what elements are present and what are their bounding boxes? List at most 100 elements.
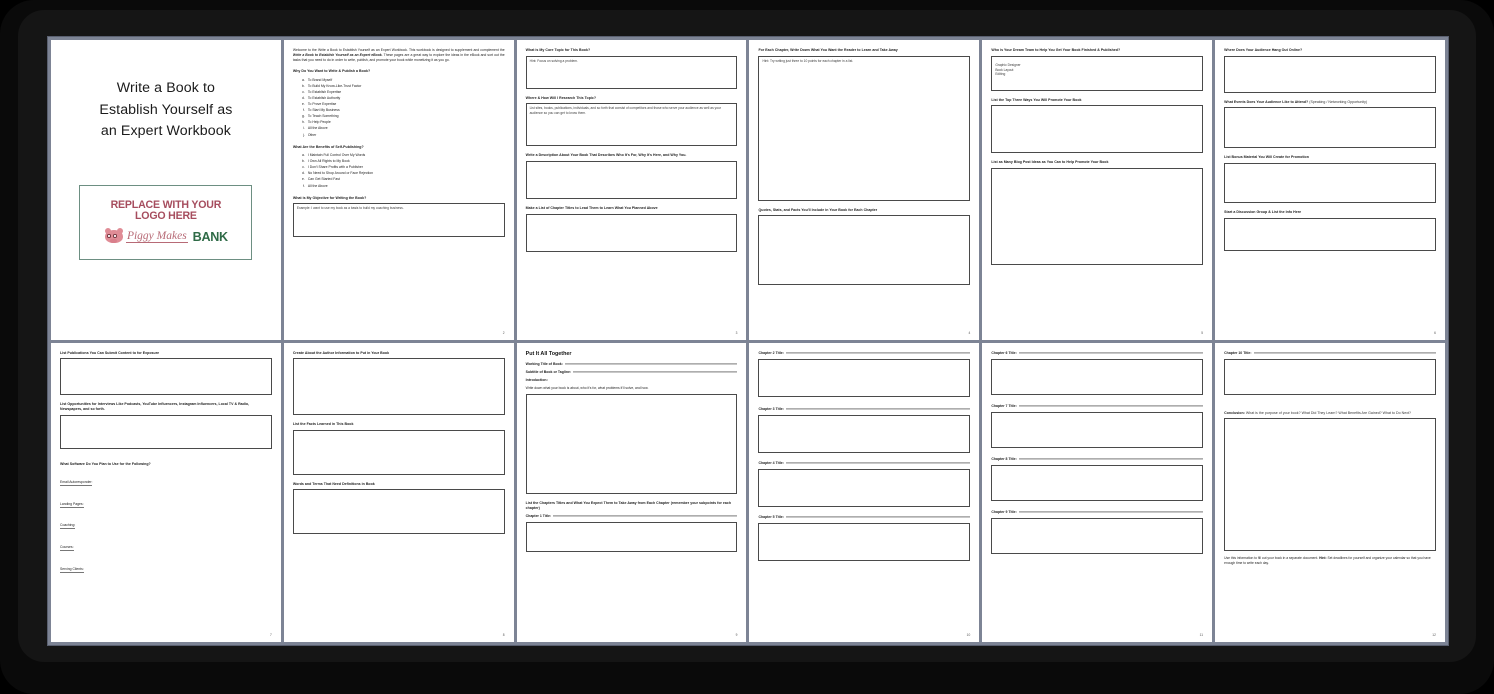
answer-box-chapter-takeaways[interactable]: Hint: Try writing just three to 10 point… <box>758 55 971 201</box>
page-thumbnail-11[interactable]: Chapter 6 Title: Chapter 7 Title: Chapte… <box>982 342 1213 642</box>
field-chapter-7-title[interactable]: Chapter 7 Title: <box>991 404 1204 408</box>
field-working-title[interactable]: Working Title of Book: <box>526 362 738 366</box>
field-rule[interactable] <box>785 351 971 353</box>
answer-box-chapter-4[interactable] <box>758 469 971 508</box>
answer-box-discussion-group[interactable] <box>1224 217 1436 251</box>
question-dream-team: Who is Your Dream Team to Help You Get Y… <box>991 48 1121 52</box>
field-chapter-2-title[interactable]: Chapter 2 Title: <box>758 351 971 355</box>
answer-box-objective[interactable]: Example: I want to use my book as a basi… <box>292 203 505 238</box>
option-item[interactable]: All the Above <box>306 183 505 189</box>
field-chapter-3-label: Chapter 3 Title: <box>758 406 784 411</box>
option-item[interactable]: Other <box>306 132 505 138</box>
page-number: 4 <box>968 330 971 335</box>
answer-box-introduction[interactable] <box>525 394 738 495</box>
answer-box-chapter-2[interactable] <box>758 358 971 397</box>
page-thumbnail-6[interactable]: Where Does Your Audience Hang Out Online… <box>1215 40 1445 340</box>
answer-box-chapter-9[interactable] <box>991 518 1204 555</box>
answer-box-research-topic[interactable]: List sites, books, publications, individ… <box>525 103 738 147</box>
page-number: 3 <box>735 330 738 335</box>
field-rule[interactable] <box>564 363 738 365</box>
page-thumbnail-7[interactable]: List Publications You Can Submit Content… <box>51 342 281 642</box>
answer-box-conclusion[interactable] <box>1224 418 1436 552</box>
intro-paragraph: Welcome to the Write a Book to Establish… <box>293 48 505 63</box>
field-rule[interactable] <box>1018 351 1204 353</box>
field-chapter-9-title[interactable]: Chapter 9 Title: <box>991 510 1204 514</box>
answer-box-quotes-stats-facts[interactable] <box>758 215 971 286</box>
question-quotes-stats-facts: Quotes, Stats, and Facts You'll Include … <box>758 207 878 212</box>
page-thumbnail-9[interactable]: Put It All Together Working Title of Boo… <box>516 342 747 642</box>
page-thumbnail-5[interactable]: Who is Your Dream Team to Help You Get Y… <box>982 40 1213 340</box>
answer-box-bonus-material[interactable] <box>1224 162 1436 203</box>
field-working-title-label: Working Title of Book: <box>525 362 563 366</box>
answer-box-chapter-7[interactable] <box>991 411 1204 448</box>
question-chapter-titles-list: Make a List of Chapter Titles to Lead Th… <box>525 205 658 210</box>
field-chapter-1-label: Chapter 1 Title: <box>525 513 552 518</box>
field-rule[interactable] <box>785 516 971 518</box>
question-publications: List Publications You Can Submit Content… <box>60 350 160 355</box>
question-audience-events: What Events Does Your Audience Like to A… <box>1224 100 1436 105</box>
answer-box-chapter-3[interactable] <box>758 414 971 453</box>
page-number: 12 <box>1432 633 1436 637</box>
answer-box-dream-team[interactable]: Graphic Designer Book Layout Editing <box>991 55 1204 91</box>
cover-title-line-1: Write a Book to <box>116 80 216 96</box>
field-rule[interactable] <box>1018 511 1204 513</box>
answer-box-chapter-6[interactable] <box>991 358 1204 395</box>
answer-box-facts-learned[interactable] <box>292 429 505 475</box>
software-field-coaching[interactable]: Coaching: <box>60 523 76 530</box>
page-thumbnail-3[interactable]: What is My Core Topic for This Book? Hin… <box>516 40 747 340</box>
field-chapter-6-title[interactable]: Chapter 6 Title: <box>991 351 1204 355</box>
question-audience-events-light: (Speaking / Networking Opportunity) <box>1308 99 1368 104</box>
field-chapter-3-title[interactable]: Chapter 3 Title: <box>758 406 971 411</box>
footer-hint-part-a: Use this information to fill out your bo… <box>1224 556 1320 561</box>
question-audience-events-bold: What Events Does Your Audience Like to A… <box>1224 99 1309 104</box>
answer-box-blog-post-ideas[interactable] <box>991 167 1204 265</box>
answer-box-audience-hangouts[interactable] <box>1224 55 1436 93</box>
field-rule[interactable] <box>785 462 971 464</box>
answer-box-chapter-titles-list[interactable] <box>525 213 738 252</box>
answer-box-chapter-5[interactable] <box>758 523 971 562</box>
page-thumbnail-8[interactable]: Create About the Author Information to P… <box>283 342 514 642</box>
field-rule[interactable] <box>1018 458 1204 460</box>
software-field-landing-pages[interactable]: Landing Pages: <box>60 502 84 508</box>
field-chapter-4-title[interactable]: Chapter 4 Title: <box>758 461 971 465</box>
page-thumbnail-10[interactable]: Chapter 2 Title: Chapter 3 Title: Chapte… <box>749 342 980 642</box>
label-introduction: Introduction: <box>525 378 548 383</box>
field-subtitle-tagline[interactable]: Subtitle of Book or Tagline: <box>526 370 738 374</box>
answer-box-about-the-author[interactable] <box>292 358 505 416</box>
answer-box-chapter-10[interactable] <box>1224 358 1436 395</box>
field-chapter-5-title[interactable]: Chapter 5 Title: <box>758 515 971 519</box>
question-conclusion-bold: Conclusion: <box>1224 410 1245 415</box>
intro-book-title: Write a Book to Establish Yourself as an… <box>292 53 383 58</box>
software-field-serving-clients[interactable]: Serving Clients: <box>60 567 84 573</box>
document-thumbnail-grid[interactable]: Write a Book to Establish Yourself as an… <box>48 37 1448 645</box>
field-rule[interactable] <box>1253 351 1436 353</box>
page-thumbnail-2[interactable]: Welcome to the Write a Book to Establish… <box>283 40 514 340</box>
field-chapter-10-title[interactable]: Chapter 10 Title: <box>1224 351 1436 355</box>
field-rule[interactable] <box>1018 405 1204 407</box>
answer-box-publications[interactable] <box>60 358 272 396</box>
device-frame: Write a Book to Establish Yourself as an… <box>0 0 1494 694</box>
field-rule[interactable] <box>785 408 971 410</box>
software-field-courses[interactable]: Courses: <box>60 545 74 552</box>
answer-box-core-topic[interactable]: Hint: Focus on solving a problem. <box>525 55 738 89</box>
field-rule[interactable] <box>553 515 738 517</box>
question-blog-post-ideas: List as Many Blog Post Ideas as You Can … <box>991 160 1109 165</box>
question-interview-opportunities: List Opportunities for Interviews Like P… <box>60 402 250 412</box>
field-chapter-1-title[interactable]: Chapter 1 Title: <box>526 514 738 518</box>
software-field-email-autoresponder[interactable]: Email Autoresponder: <box>60 480 93 486</box>
answer-box-chapter-8[interactable] <box>991 465 1204 502</box>
page-thumbnail-4[interactable]: For Each Chapter, Write Down What You Wa… <box>749 40 980 340</box>
page-thumbnail-1[interactable]: Write a Book to Establish Yourself as an… <box>51 40 281 340</box>
field-rule[interactable] <box>573 371 738 373</box>
answer-box-interview-opportunities[interactable] <box>60 414 272 449</box>
page-thumbnail-12[interactable]: Chapter 10 Title: Conclusion: What is th… <box>1215 342 1445 642</box>
answer-box-top-three-promotion[interactable] <box>991 105 1204 154</box>
field-chapter-8-title[interactable]: Chapter 8 Title: <box>991 457 1204 461</box>
brand-name-piggy-makes: Piggy Makes <box>125 230 188 244</box>
question-audience-hangouts: Where Does Your Audience Hang Out Online… <box>1224 48 1303 52</box>
answer-box-words-terms-definitions[interactable] <box>292 489 505 535</box>
question-software-plan: What Software Do You Plan to Use for the… <box>60 461 151 466</box>
answer-box-book-description[interactable] <box>525 160 738 199</box>
answer-box-audience-events[interactable] <box>1224 107 1436 149</box>
answer-box-chapter-1[interactable] <box>525 522 738 553</box>
